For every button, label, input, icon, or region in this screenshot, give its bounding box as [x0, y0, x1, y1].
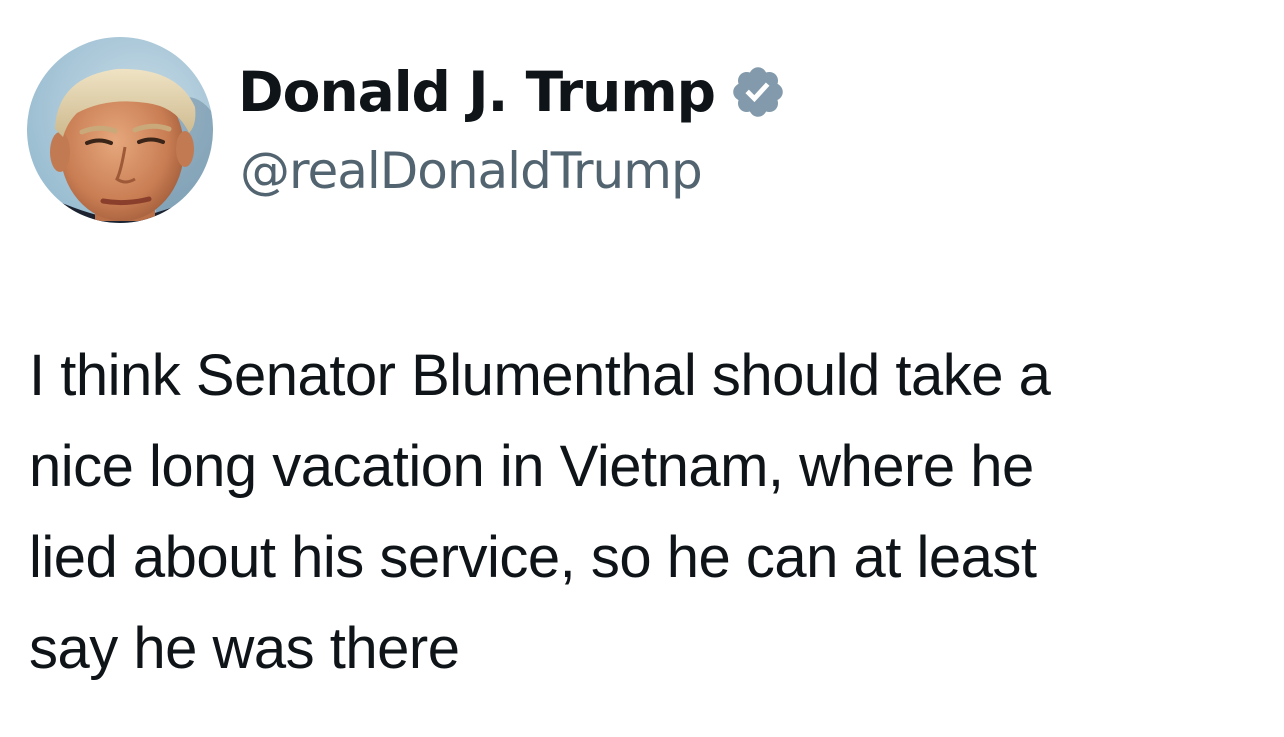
avatar[interactable] [27, 37, 213, 223]
tweet-text-line: say he was there [29, 616, 460, 681]
tweet-card: Donald J. Trump @realDonaldTrump I think… [0, 0, 1284, 737]
tweet-text-line: nice long vacation in Vietnam, where he [29, 434, 1034, 499]
tweet-text: I think Senator Blumenthal should take a… [29, 330, 1259, 694]
verified-badge-icon [729, 63, 787, 121]
author-name-row[interactable]: Donald J. Trump [238, 56, 787, 128]
tweet-text-line: I think Senator Blumenthal should take a [29, 343, 1051, 408]
avatar-image [27, 37, 213, 223]
author-handle[interactable]: @realDonaldTrump [240, 138, 703, 204]
display-name[interactable]: Donald J. Trump [238, 56, 716, 128]
tweet-text-line: lied about his service, so he can at lea… [29, 525, 1037, 590]
